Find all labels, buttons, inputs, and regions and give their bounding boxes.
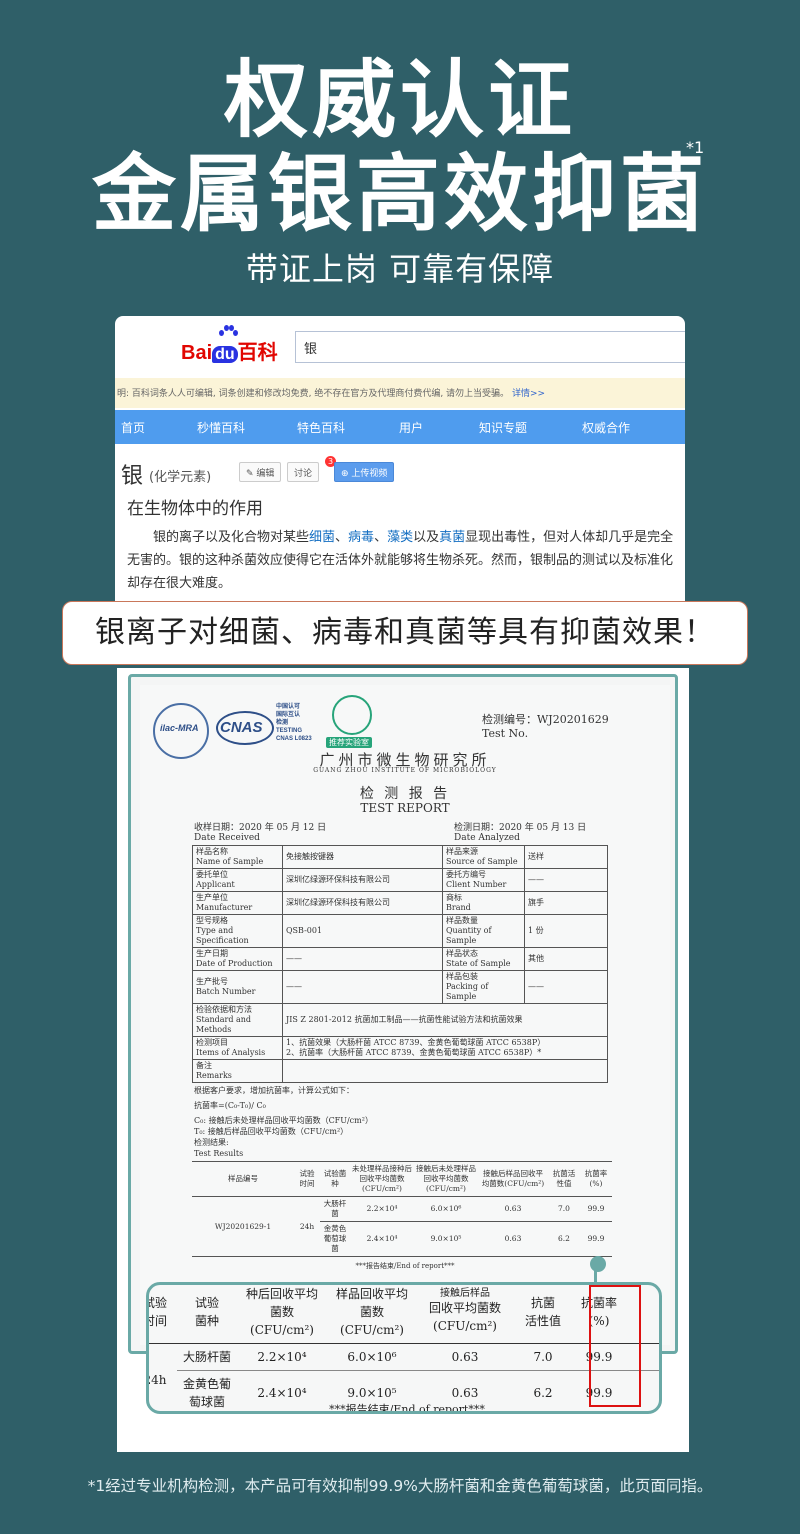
formula-block: 根据客户要求，增加抗菌率，计算公式如下： 抗菌率=(C₀-T₀)/ C₀ C₀:… [194, 1086, 373, 1158]
baike-navbar: 首页 秒懂百科 特色百科 用户 知识专题 权威合作 [115, 410, 685, 444]
discuss-button[interactable]: 讨论 [287, 462, 320, 482]
section-title: 在生物体中的作用 [127, 499, 263, 519]
date-analyzed: 检测日期：2020 年 05 月 13 日 Date Analyzed [454, 823, 587, 843]
search-input[interactable]: 银 [295, 331, 685, 363]
link-fungi[interactable]: 真菌 [439, 530, 465, 545]
cma-label: 推荐实验室 [326, 737, 372, 748]
sample-info-table: 样品名称 Name of Sample 免接触按键器 样品来源 Source of Sa… [192, 845, 608, 1083]
date-received: 收样日期：2020 年 05 月 12 日 Date Received [194, 823, 327, 843]
table-row: 生产日期 Date of Production —— 样品状态 State of Sam… [192, 947, 608, 971]
table-row: 型号规格 Type and Specification QSB-001 样品数量 Qua… [192, 914, 608, 948]
test-report: ilac-MRA CNAS 中国认可 国际互认 检测 TESTING CNAS … [140, 685, 670, 1345]
upload-video-button[interactable]: ⊕ 上传视频 [334, 462, 395, 482]
claim-banner: 银离子对细菌、病毒和真菌等具有抑菌效果！ [62, 601, 748, 665]
zoom-pointer [590, 1256, 606, 1272]
nav-item-miaodong[interactable]: 秒懂百科 [197, 419, 245, 436]
report-title: 检 测 报 告 [359, 786, 451, 802]
link-virus[interactable]: 病毒 [348, 530, 374, 545]
table-row: 样品编号 试验时间 试验菌种 未处理样品接种后回收平均菌数(CFU/cm²) 接触后未处… [192, 1161, 612, 1197]
results-table-small: 样品编号 试验时间 试验菌种 未处理样品接种后回收平均菌数(CFU/cm²) 接触后未处… [192, 1161, 612, 1257]
baidu-baike-logo[interactable]: Bai du 百科 [181, 336, 278, 365]
rate-highlight-box [589, 1285, 641, 1407]
table-row: 备注 Remarks [192, 1059, 608, 1083]
table-row: WJ20201629-1 24h 大肠杆菌 2.2×10⁴ 6.0×10⁶ 0.63 7.… [192, 1197, 612, 1231]
test-number: 检测编号：WJ20201629 Test No. [482, 713, 609, 740]
nav-item-home[interactable]: 首页 [121, 419, 145, 436]
notice-more-link[interactable]: 详情>> [512, 389, 545, 399]
cma-logo [332, 695, 372, 735]
nav-item-cooperation[interactable]: 权威合作 [582, 419, 630, 436]
link-algae[interactable]: 藻类 [387, 530, 413, 545]
nav-item-special[interactable]: 特色百科 [297, 419, 345, 436]
table-row: 样品名称 Name of Sample 免接触按键器 样品来源 Source of Sa… [192, 845, 608, 869]
report-title-en: TEST REPORT [360, 801, 450, 815]
table-row: 检验依据和方法 Standard and Methods JIS Z 2801-20… [192, 1003, 608, 1037]
link-bacteria[interactable]: 细菌 [309, 530, 335, 545]
notice-bar: 明: 百科词条人人可编辑, 词条创建和修改均免费, 绝不存在官方及代理商付费代编… [115, 378, 685, 408]
baike-header: Bai du 百科 银 [115, 316, 685, 376]
hero-subtitle: 带证上岗 可靠有保障 [245, 250, 555, 288]
footer-footnote: *1经过专业机构检测，本产品可有效抑制99.9%大肠杆菌和金黄色葡萄球菌，此页面… [87, 1477, 713, 1495]
entry-title: 银 [121, 464, 144, 489]
footnote-mark: *1 [686, 138, 705, 157]
nav-item-topics[interactable]: 知识专题 [479, 419, 527, 436]
baike-screenshot: Bai du 百科 银 明: 百科词条人人可编辑, 词条创建和修改均免费, 绝不存在… [115, 316, 685, 616]
table-row: 生产单位 Manufacturer 深圳亿绿源环保科技有限公司 商标 Brand 旗手 [192, 891, 608, 915]
cnas-caption: 中国认可 国际互认 检测 TESTING CNAS L0823 [276, 704, 312, 742]
table-row: 委托单位 Applicant 深圳亿绿源环保科技有限公司 委托方编号 Client Nu… [192, 868, 608, 892]
table-row: 生产批号 Batch Number —— 样品包装 Packing of Sample —… [192, 970, 608, 1004]
zoomed-results: 试验 时间 试验 菌种 种后回收平均 菌数 (CFU/cm²) 样品回收平均 菌… [146, 1282, 662, 1414]
table-row: 24h 大肠杆菌2.2×10⁴6.0×10⁶0.637.099.9 [149, 1344, 659, 1387]
hero-title-line1: 权威认证 [223, 51, 576, 149]
entry-subtitle: (化学元素) [149, 470, 212, 485]
table-row: 试验 时间 试验 菌种 种后回收平均 菌数 (CFU/cm²) 样品回收平均 菌… [149, 1285, 659, 1344]
zoom-end-of-report: ***报告结束/End of report*** [329, 1403, 485, 1414]
entry-paragraph: 银的离子以及化合物对某些细菌、病毒、藻类以及真菌显现出毒性，但对人体却几乎是完全… [127, 530, 674, 591]
table-row: 检测项目 Items of Analysis 1、抗菌效果（大肠杆菌 ATCC 87… [192, 1036, 608, 1060]
nav-item-user[interactable]: 用户 [399, 419, 423, 436]
cnas-logo: CNAS [216, 705, 274, 749]
edit-button[interactable]: ✎ 编辑 [239, 462, 282, 482]
results-table-zoom: 试验 时间 试验 菌种 种后回收平均 菌数 (CFU/cm²) 样品回收平均 菌… [149, 1285, 659, 1411]
hero-title-line2: 金属银高效抑菌 [91, 145, 708, 243]
institute-name-en: GUANG ZHOU INSTITUTE OF MICROBIOLOGY [313, 767, 497, 774]
